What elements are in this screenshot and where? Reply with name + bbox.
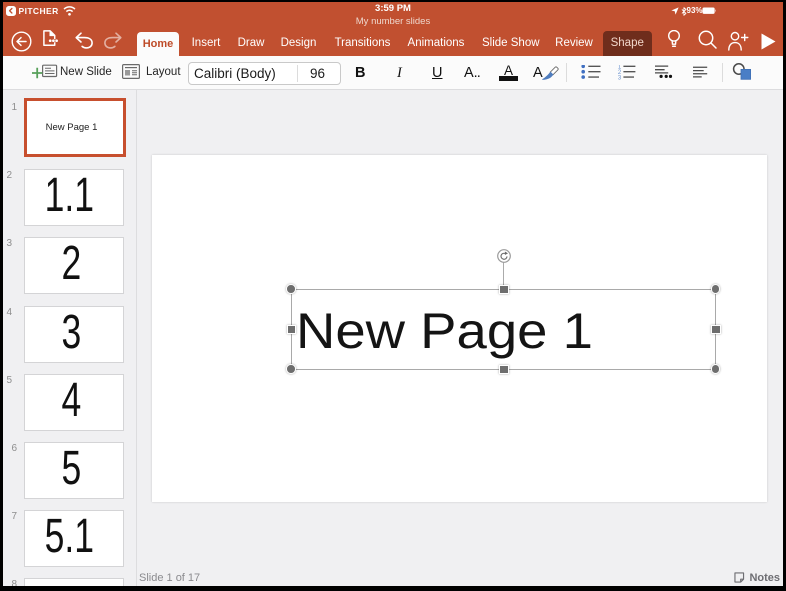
svg-text:3: 3 bbox=[617, 75, 621, 81]
